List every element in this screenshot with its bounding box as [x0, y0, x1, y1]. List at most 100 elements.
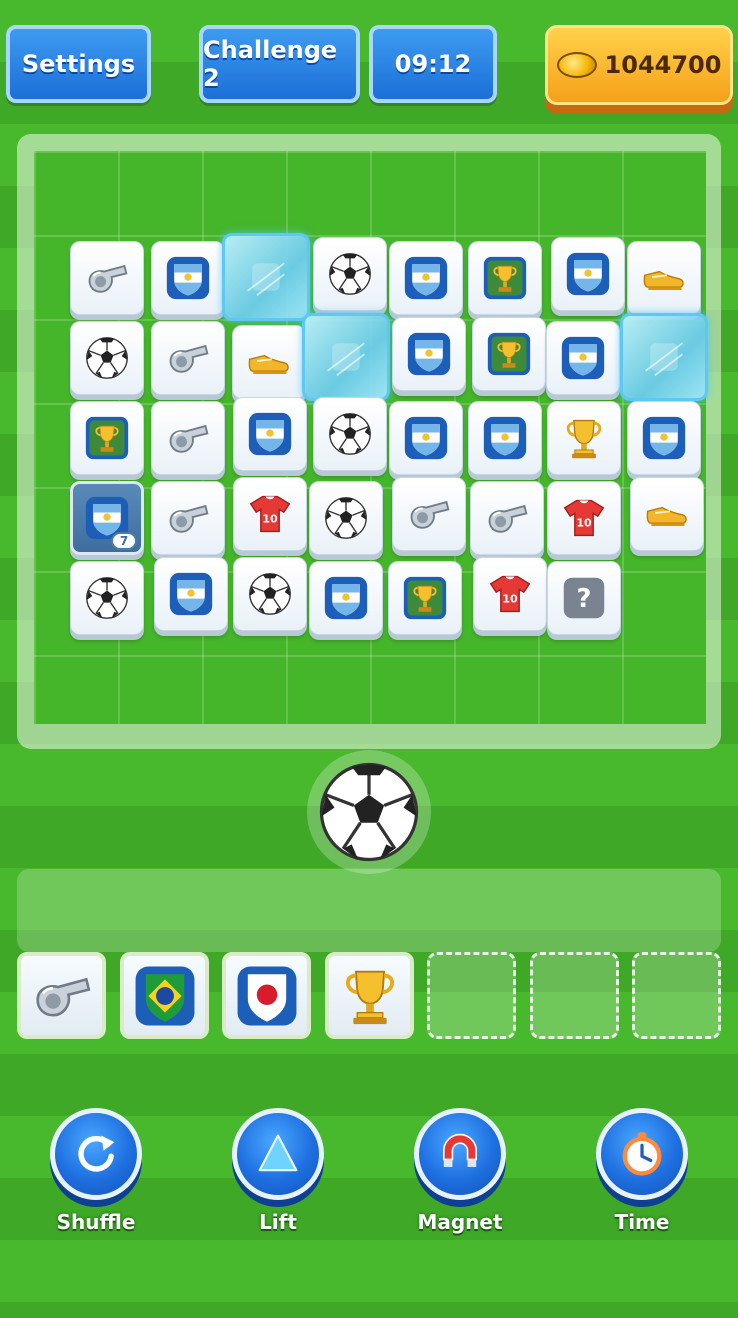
board-tile[interactable] — [547, 401, 621, 475]
time-button[interactable] — [596, 1108, 688, 1200]
magnet-icon — [442, 1133, 478, 1167]
board-tile[interactable] — [630, 477, 704, 551]
argentina-shield-icon — [403, 415, 449, 461]
board-tile[interactable] — [468, 401, 542, 475]
board-tile[interactable] — [392, 477, 466, 551]
board-tile[interactable] — [389, 241, 463, 315]
board-tile[interactable] — [233, 557, 307, 631]
magnet-label: Magnet — [417, 1210, 503, 1234]
argentina-shield-icon — [406, 331, 452, 377]
time-label: Time — [614, 1210, 670, 1234]
slot-filled — [120, 952, 209, 1039]
board-tile[interactable] — [70, 561, 144, 635]
board-tile[interactable] — [302, 313, 390, 401]
coin-counter[interactable]: 1044700 — [545, 25, 733, 105]
soccer-ball-icon — [327, 411, 373, 457]
whistle-icon — [484, 495, 530, 541]
board-tile[interactable] — [313, 237, 387, 311]
slot-filled — [325, 952, 414, 1039]
board-tile[interactable] — [151, 241, 225, 315]
shuffle-label: Shuffle — [56, 1210, 136, 1234]
slot-empty — [427, 952, 516, 1039]
game-board: 7 — [17, 134, 721, 749]
coin-icon — [556, 52, 597, 78]
argentina-shield-icon — [403, 255, 449, 301]
magnet-button[interactable] — [414, 1108, 506, 1200]
collection-tray — [17, 869, 721, 952]
red-jersey-icon — [561, 495, 607, 541]
board-tile[interactable] — [388, 561, 462, 635]
board-tile[interactable] — [309, 561, 383, 635]
stack-count-badge: 7 — [111, 532, 137, 550]
board-tile[interactable]: 7 — [70, 481, 144, 555]
shuffle-button[interactable] — [50, 1108, 142, 1200]
level-label: Challenge 2 — [199, 25, 360, 103]
gold-trophy-icon — [561, 415, 607, 461]
red-jersey-icon — [487, 571, 533, 617]
board-tile[interactable] — [70, 321, 144, 395]
board-tile[interactable] — [313, 397, 387, 471]
whistle-icon — [165, 415, 211, 461]
argentina-shield-icon — [168, 571, 214, 617]
argentina-shield-icon — [482, 415, 528, 461]
golden-boot-icon — [641, 255, 687, 301]
board-tile[interactable] — [620, 313, 708, 401]
whistle-icon — [84, 255, 130, 301]
whistle-icon — [165, 335, 211, 381]
board-tile[interactable] — [233, 397, 307, 471]
board-field: 7 — [34, 151, 708, 724]
soccer-ball-icon — [84, 575, 130, 621]
board-tile[interactable] — [470, 481, 544, 555]
trophy-card-icon — [482, 255, 528, 301]
board-tile[interactable] — [546, 321, 620, 395]
board-tile[interactable] — [70, 401, 144, 475]
board-tile[interactable] — [151, 481, 225, 555]
board-tile[interactable] — [468, 241, 542, 315]
soccer-ball-icon — [247, 571, 293, 617]
board-tile[interactable] — [547, 561, 621, 635]
settings-button[interactable]: Settings — [6, 25, 151, 103]
mystery-question-icon — [561, 575, 607, 621]
stopwatch-icon — [622, 1132, 662, 1176]
coin-count: 1044700 — [604, 51, 722, 79]
argentina-shield-icon — [641, 415, 687, 461]
center-soccer-ball — [307, 750, 431, 874]
brazil-shield-icon — [133, 964, 197, 1028]
board-tile[interactable] — [547, 481, 621, 555]
board-tile[interactable] — [151, 321, 225, 395]
board-tile[interactable] — [551, 237, 625, 311]
board-tile[interactable] — [222, 233, 310, 321]
argentina-shield-icon — [247, 411, 293, 457]
red-jersey-icon — [247, 491, 293, 537]
board-tile[interactable] — [309, 481, 383, 555]
slot-empty — [632, 952, 721, 1039]
argentina-shield-icon — [560, 335, 606, 381]
slot-filled — [17, 952, 106, 1039]
board-tile[interactable] — [151, 401, 225, 475]
trophy-card-icon — [486, 331, 532, 377]
golden-boot-icon — [246, 339, 292, 385]
argentina-shield-icon — [165, 255, 211, 301]
board-tile[interactable] — [627, 241, 701, 315]
board-tile[interactable] — [389, 401, 463, 475]
board-tile[interactable] — [473, 557, 547, 631]
triangle-lift-icon — [258, 1134, 298, 1172]
board-tile[interactable] — [472, 317, 546, 391]
argentina-shield-icon — [565, 251, 611, 297]
trophy-card-icon — [402, 575, 448, 621]
board-tile[interactable] — [392, 317, 466, 391]
soccer-ball-icon — [327, 251, 373, 297]
board-tile[interactable] — [232, 325, 306, 399]
frozen-tile-icon — [641, 334, 687, 380]
slot-filled — [222, 952, 311, 1039]
board-tile[interactable] — [233, 477, 307, 551]
lift-button[interactable] — [232, 1108, 324, 1200]
board-tile[interactable] — [627, 401, 701, 475]
slot-empty — [530, 952, 619, 1039]
soccer-ball-icon — [323, 495, 369, 541]
soccer-ball-icon — [315, 758, 423, 866]
board-tile[interactable] — [70, 241, 144, 315]
board-tile[interactable] — [154, 557, 228, 631]
shuffle-icon — [78, 1135, 115, 1172]
frozen-tile-icon — [243, 254, 289, 300]
